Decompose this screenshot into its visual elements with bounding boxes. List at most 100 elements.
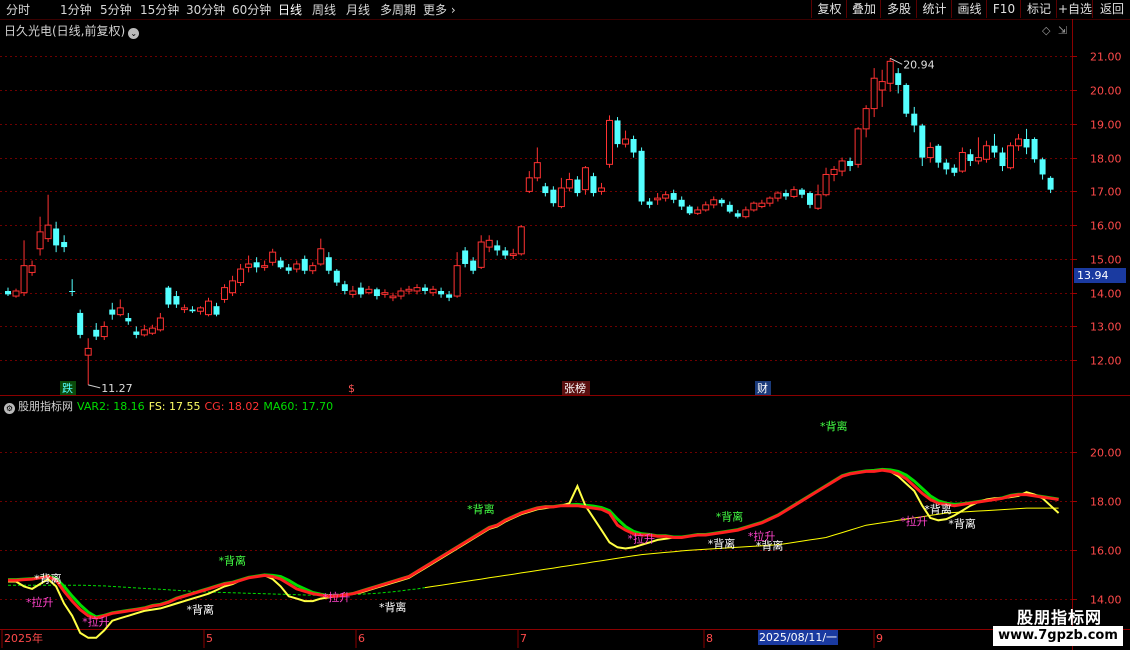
candle-body-51 (413, 287, 421, 292)
price-label-0: 21.00 (1090, 51, 1122, 64)
candle-body-28 (229, 280, 237, 294)
candle-body-2 (20, 265, 28, 294)
candle-body-114 (919, 125, 926, 158)
event-marker-2: 张榜 (564, 381, 586, 395)
candle-body-93 (750, 202, 758, 211)
candle-body-18 (148, 327, 156, 334)
candle-body-24 (196, 307, 204, 312)
candle-body-45 (365, 288, 373, 294)
candle-body-48 (389, 295, 397, 299)
candle-body-92 (742, 209, 750, 218)
main-chart-title[interactable]: 日久光电(日线,前复权) ⌄ (4, 22, 140, 39)
candle-body-111 (895, 73, 902, 85)
candle-body-7 (61, 242, 68, 248)
candle-body-36 (293, 263, 301, 270)
candle-body-86 (694, 209, 702, 214)
candle-body-117 (943, 162, 950, 170)
candle-body-125 (1007, 145, 1014, 169)
time-label-1: 5 (206, 632, 213, 645)
candle-body-68 (550, 189, 557, 204)
candle-body-72 (581, 167, 589, 191)
candle-body-27 (221, 287, 229, 300)
candle-body-30 (245, 263, 253, 268)
candle-body-105 (847, 160, 854, 167)
time-label-2: 6 (358, 632, 365, 645)
candle-body-85 (686, 206, 693, 214)
candle-body-38 (309, 265, 317, 272)
candle-body-1 (12, 290, 20, 297)
signal-annotation-6: *背离 (379, 600, 407, 614)
candle-body-59 (477, 241, 485, 268)
candle-body-26 (213, 306, 220, 315)
candle-body-80 (646, 201, 653, 205)
candle-body-46 (373, 289, 380, 297)
signal-annotation-14: *拉升 (900, 514, 928, 528)
candle-body-39 (317, 248, 325, 265)
diamond-icon[interactable]: ◇ (1042, 24, 1051, 37)
candle-body-75 (606, 119, 613, 165)
signal-annotation-8: *拉升 (628, 531, 656, 545)
signal-annotation-10: *背离 (716, 509, 744, 523)
candle-body-97 (782, 193, 789, 197)
chart-canvas[interactable]: 跌 $ 张榜财 *背离*拉升*拉升*背离*背离*拉升*背离*背离*拉升 *背离*背离*… (0, 0, 1130, 650)
candle-body-3 (28, 265, 36, 273)
stock-title: 日久光电(日线,前复权) (4, 24, 126, 38)
candle-body-82 (662, 194, 670, 199)
candle-body-88 (710, 199, 718, 206)
candle-body-19 (156, 317, 164, 331)
indicator-lines (8, 467, 1060, 639)
indicator-values: VAR2: 18.16 FS: 17.55 CG: 18.02 MA60: 17.70 (77, 400, 337, 413)
candle-body-6 (53, 228, 60, 246)
candle-body-69 (557, 187, 565, 208)
signal-annotation-15: *背离 (924, 502, 952, 516)
candle-body-112 (903, 84, 910, 114)
candle-body-119 (958, 152, 966, 172)
indicator-value-2: CG: 18.02 (204, 400, 260, 413)
chevron-down-icon[interactable]: ⌄ (128, 28, 140, 39)
event-marker-1: $ (348, 382, 355, 395)
candle-body-110 (886, 60, 894, 84)
candle-body-12 (100, 325, 108, 338)
time-axis: 2025年 5 6 7 8 9 (1, 630, 883, 648)
candle-body-62 (502, 250, 509, 256)
expand-icon[interactable]: ⇲ (1058, 24, 1067, 37)
candle-body-83 (670, 193, 677, 200)
ind-label-0: 20.00 (1090, 447, 1122, 460)
low-pointer (88, 384, 101, 389)
candle-body-34 (277, 260, 284, 268)
indicator-value-0: VAR2: 18.16 (77, 400, 145, 413)
candle-body-10 (84, 347, 92, 356)
candle-body-32 (261, 265, 269, 268)
indicator-title[interactable]: ⚙ 股朋指标网 VAR2: 18.16 FS: 17.55 CG: 18.02 MA60:… (4, 398, 341, 414)
candle-body-9 (77, 312, 84, 335)
candle-body-44 (357, 287, 364, 295)
watermark-url[interactable]: www.7gpzb.com (993, 626, 1123, 646)
indicator-value-1: FS: 17.55 (148, 400, 201, 413)
low-label: 11.27 (101, 382, 133, 395)
candle-body-13 (109, 309, 116, 315)
candle-body-73 (590, 176, 597, 194)
ind-label-2: 16.00 (1090, 545, 1122, 558)
time-label-4: 8 (706, 632, 713, 645)
candle-body-31 (253, 262, 260, 268)
candle-body-129 (1039, 159, 1046, 175)
candle-body-130 (1047, 177, 1054, 190)
signal-annotation-1: *拉升 (26, 595, 53, 609)
candle-body-21 (173, 296, 180, 305)
gear-icon[interactable]: ⚙ (4, 403, 15, 414)
candle-body-103 (830, 168, 838, 175)
price-label-1: 20.00 (1090, 85, 1122, 98)
candle-body-71 (574, 179, 581, 194)
candle-body-4 (36, 231, 44, 250)
candle-body-115 (926, 146, 934, 159)
candle-body-49 (397, 290, 405, 297)
candle-body-61 (494, 245, 501, 251)
ind-label-1: 18.00 (1090, 496, 1122, 509)
price-label-3: 18.00 (1090, 153, 1122, 166)
price-label-6: 15.00 (1090, 254, 1122, 267)
signal-annotation-0: *背离 (34, 572, 62, 586)
price-label-2: 19.00 (1090, 119, 1122, 132)
candle-body-79 (638, 150, 645, 202)
candle-body-104 (838, 160, 846, 172)
candle-body-41 (333, 270, 340, 283)
